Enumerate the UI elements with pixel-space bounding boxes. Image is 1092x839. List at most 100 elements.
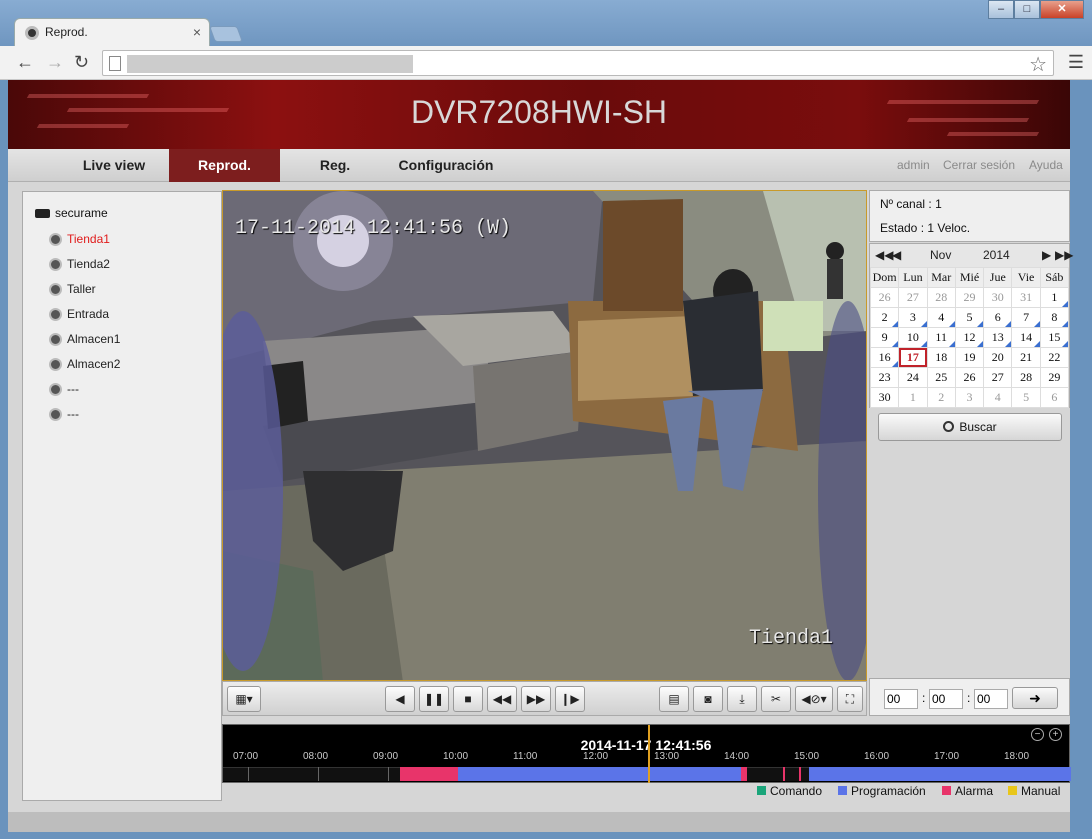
calendar-day[interactable]: 19 — [955, 348, 984, 367]
go-arrow-icon[interactable]: ➜ — [1012, 687, 1058, 709]
calendar-day[interactable]: 22 — [1040, 348, 1068, 367]
stop-all-icon[interactable]: ▤ — [659, 686, 689, 712]
schedule-segment[interactable] — [809, 767, 1071, 781]
calendar-day[interactable]: 5 — [955, 308, 984, 327]
channel-item[interactable]: Entrada — [49, 305, 109, 323]
address-bar[interactable]: ☆ — [102, 50, 1054, 76]
new-tab-button[interactable] — [209, 26, 243, 42]
forward-icon[interactable]: → — [46, 52, 64, 73]
calendar-day[interactable]: 29 — [955, 288, 984, 307]
download-icon[interactable]: ⤓ — [727, 686, 757, 712]
calendar-day[interactable]: 8 — [1040, 308, 1069, 327]
calendar-day[interactable]: 13 — [984, 328, 1012, 347]
timeline-cursor[interactable] — [648, 725, 650, 783]
fast-button[interactable]: ▶▶ — [521, 686, 551, 712]
help-link[interactable]: Ayuda — [1029, 149, 1063, 182]
calendar-day[interactable]: 25 — [927, 368, 955, 387]
bookmark-star-icon[interactable]: ☆ — [1029, 52, 1047, 77]
next-month-icon[interactable]: ▶ — [1042, 248, 1051, 262]
calendar-day[interactable]: 30 — [984, 288, 1012, 307]
tab-configuration[interactable]: Configuración — [388, 149, 504, 182]
calendar-day[interactable]: 1 — [1040, 288, 1069, 307]
calendar-day[interactable]: 3 — [955, 388, 984, 407]
tab-playback[interactable]: Reprod. — [169, 149, 280, 182]
alarm-segment[interactable] — [741, 767, 747, 781]
calendar-day[interactable]: 18 — [927, 348, 955, 367]
calendar-day[interactable]: 31 — [1012, 288, 1040, 307]
prev-month-icon[interactable]: ◀ — [892, 248, 901, 262]
frame-step-button[interactable]: ❙▶ — [555, 686, 585, 712]
channel-item[interactable]: Almacen2 — [49, 355, 120, 373]
alarm-segment[interactable] — [783, 767, 785, 781]
minimize-button[interactable]: – — [988, 0, 1014, 19]
prev-year-icon[interactable]: ◀◀ — [875, 248, 893, 262]
calendar-day[interactable]: 15 — [1040, 328, 1069, 347]
tab-log[interactable]: Reg. — [298, 149, 372, 182]
calendar-day[interactable]: 24 — [899, 368, 927, 387]
snapshot-camera-icon[interactable]: ◙ — [693, 686, 723, 712]
pause-button[interactable]: ❚❚ — [419, 686, 449, 712]
slow-button[interactable]: ◀◀ — [487, 686, 517, 712]
calendar-day[interactable]: 10 — [899, 328, 927, 347]
calendar-day[interactable]: 4 — [984, 388, 1012, 407]
calendar-day[interactable]: 14 — [1012, 328, 1040, 347]
calendar-day[interactable]: 23 — [871, 368, 899, 387]
calendar-day[interactable]: 16 — [871, 348, 899, 367]
calendar-day[interactable]: 30 — [871, 388, 899, 407]
search-button[interactable]: Buscar — [878, 413, 1062, 441]
schedule-segment[interactable] — [458, 767, 741, 781]
logout-link[interactable]: Cerrar sesión — [943, 149, 1015, 182]
calendar-day[interactable]: 26 — [871, 288, 899, 307]
video-player[interactable]: 17-11-2014 12:41:56 (W) Tienda1 — [222, 190, 867, 681]
timeline[interactable]: − + 2014-11-17 12:41:56 07:00 08:00 09:0… — [222, 724, 1071, 783]
browser-tab[interactable]: Reprod. × — [14, 18, 210, 46]
tab-live-view[interactable]: Live view — [66, 149, 162, 182]
minute-input[interactable] — [929, 689, 963, 709]
calendar-day[interactable]: 28 — [1012, 368, 1040, 387]
calendar-day[interactable]: 27 — [899, 288, 927, 307]
calendar-day[interactable]: 11 — [927, 328, 956, 347]
calendar-day[interactable]: 6 — [984, 308, 1012, 327]
menu-icon[interactable]: ☰ — [1068, 52, 1084, 73]
maximize-button[interactable]: □ — [1014, 0, 1040, 19]
next-year-icon[interactable]: ▶▶ — [1055, 248, 1073, 262]
clip-scissors-icon[interactable]: ✂ — [761, 686, 791, 712]
calendar-day[interactable]: 28 — [927, 288, 955, 307]
channel-item[interactable]: Almacen1 — [49, 330, 120, 348]
calendar-day[interactable]: 7 — [1012, 308, 1040, 327]
channel-item[interactable]: Taller — [49, 280, 96, 298]
calendar-day[interactable]: 2 — [927, 388, 955, 407]
channel-item[interactable]: --- — [49, 405, 79, 423]
channel-item[interactable]: Tienda2 — [49, 255, 110, 273]
close-tab-icon[interactable]: × — [193, 24, 201, 40]
calendar-day[interactable]: 29 — [1040, 368, 1068, 387]
calendar-day-selected[interactable]: 17 — [899, 348, 927, 367]
back-icon[interactable]: ← — [16, 52, 34, 73]
close-window-button[interactable]: ✕ — [1040, 0, 1084, 19]
channel-item[interactable]: --- — [49, 380, 79, 398]
device-node[interactable]: securame — [35, 206, 108, 220]
calendar-day[interactable]: 5 — [1012, 388, 1040, 407]
calendar-day[interactable]: 3 — [899, 308, 927, 327]
calendar-day[interactable]: 1 — [899, 388, 927, 407]
layout-button[interactable]: ▦▾ — [227, 686, 261, 712]
hour-input[interactable] — [884, 689, 918, 709]
channel-item[interactable]: Tienda1 — [49, 230, 110, 248]
calendar-day[interactable]: 9 — [871, 328, 899, 347]
stop-button[interactable]: ■ — [453, 686, 483, 712]
audio-mute-icon[interactable]: ◀⊘▾ — [795, 686, 833, 712]
calendar-day[interactable]: 26 — [955, 368, 984, 387]
calendar-day[interactable]: 20 — [984, 348, 1012, 367]
calendar-day[interactable]: 12 — [955, 328, 984, 347]
alarm-segment[interactable] — [400, 767, 458, 781]
calendar-day[interactable]: 4 — [927, 308, 956, 327]
calendar-day[interactable]: 27 — [984, 368, 1012, 387]
slow-reverse-button[interactable]: ◀ — [385, 686, 415, 712]
calendar-day[interactable]: 2 — [871, 308, 899, 327]
second-input[interactable] — [974, 689, 1008, 709]
reload-icon[interactable]: ↻ — [74, 52, 89, 73]
calendar-day[interactable]: 21 — [1012, 348, 1040, 367]
alarm-segment[interactable] — [799, 767, 801, 781]
fullscreen-icon[interactable]: ⛶ — [837, 686, 863, 712]
calendar-day[interactable]: 6 — [1040, 388, 1068, 407]
